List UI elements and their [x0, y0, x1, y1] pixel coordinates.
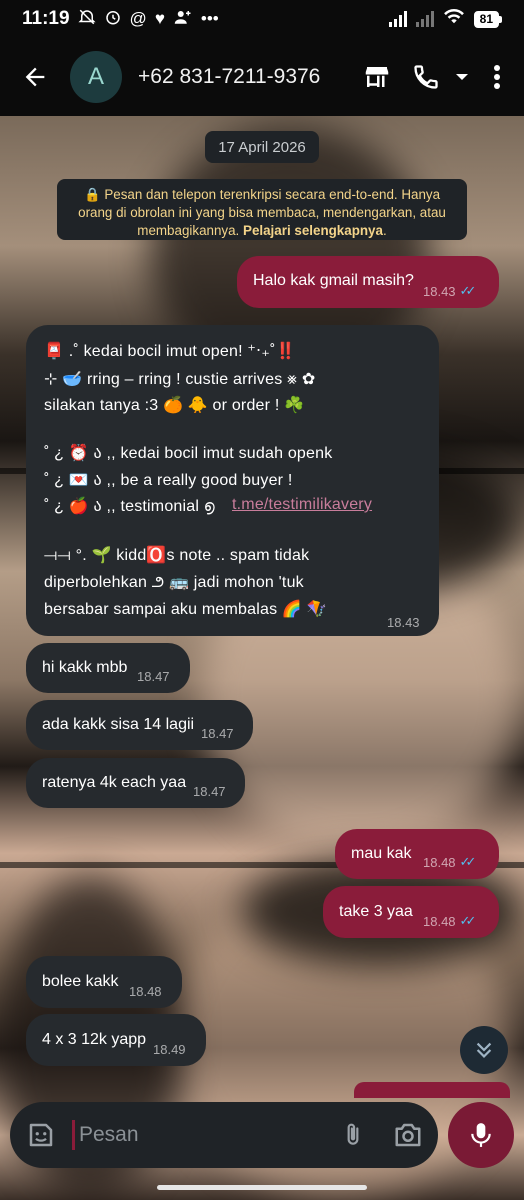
voice-message-button[interactable]	[448, 1102, 514, 1168]
chevron-down-icon	[456, 74, 468, 80]
message-text: Halo kak gmail masih?	[253, 272, 414, 289]
back-button[interactable]	[0, 38, 70, 116]
scroll-to-bottom-button[interactable]	[460, 1026, 508, 1074]
message-time: 18.47	[201, 726, 234, 741]
message-line: ⊹ 🥣 rring – rring ! custie arrives ⨳ ✿	[44, 371, 316, 388]
message-composer: Pesan	[10, 1102, 438, 1168]
message-text: bolee kakk	[42, 973, 119, 990]
message-line: diperbolehkan ౨ 🚌 jadi mohon 'tuk	[44, 574, 304, 591]
gesture-nav-handle[interactable]	[157, 1185, 367, 1190]
message-time: 18.43	[387, 615, 420, 630]
date-divider: 17 April 2026	[205, 131, 319, 163]
message-incoming[interactable]: bolee kakk 18.48	[26, 956, 182, 1008]
message-line: silakan tanya :3 🍊 🐥 or order ! ☘️	[44, 397, 305, 414]
double-chevron-down-icon	[476, 1042, 492, 1058]
more-options-button[interactable]	[476, 38, 518, 116]
message-text: take 3 yaa	[339, 903, 413, 920]
signal-icon	[388, 11, 407, 27]
message-line: ⟞⟞ °. 🌱 kidd🅾️s note .. spam tidak	[44, 547, 310, 564]
message-line: ˚ ¿ 🍎 ა ,, testimonial ൭	[44, 498, 215, 515]
message-incoming[interactable]: ratenya 4k each yaa 18.47	[26, 758, 245, 808]
store-icon	[365, 67, 389, 87]
testimonial-link[interactable]: t.me/testimilikavery	[232, 496, 372, 514]
attach-button[interactable]	[328, 1102, 378, 1168]
avatar[interactable]: A	[70, 51, 122, 103]
battery-icon: 81	[473, 10, 502, 28]
call-options-button[interactable]	[448, 38, 476, 116]
at-icon: @	[129, 9, 147, 28]
message-meta: 18.43 ✓✓	[423, 283, 477, 299]
alarm-icon	[104, 8, 122, 31]
message-outgoing[interactable]: mau kak 18.48 ✓✓	[335, 829, 499, 879]
add-user-icon	[173, 8, 193, 31]
message-time: 18.43	[423, 283, 456, 299]
camera-button[interactable]	[378, 1102, 438, 1168]
camera-icon	[395, 1123, 421, 1147]
status-time: 11:19	[22, 8, 70, 29]
message-incoming[interactable]: ada kakk sisa 14 lagii 18.47	[26, 700, 253, 750]
message-input[interactable]: Pesan	[79, 1123, 328, 1147]
message-time: 18.48	[423, 854, 456, 870]
catalog-button[interactable]	[350, 38, 404, 116]
chat-screen: 11:19 @ ♥ ••• 81 A +62 831-7211-9376 17 …	[0, 0, 524, 1200]
message-outgoing[interactable]: take 3 yaa 18.48 ✓✓	[323, 886, 499, 938]
message-meta: 18.48 ✓✓	[423, 854, 477, 870]
back-arrow-icon	[25, 67, 45, 87]
message-text: mau kak	[351, 845, 412, 862]
phone-icon	[414, 65, 438, 89]
message-text: ada kakk sisa 14 lagii	[42, 716, 195, 733]
heart-icon: ♥	[154, 9, 165, 28]
chat-header: A +62 831-7211-9376	[0, 38, 524, 116]
encryption-period: .	[382, 223, 387, 238]
message-line: ˚ ¿ 💌 ა ,, be a really good buyer !	[44, 472, 293, 489]
message-meta: 18.48 ✓✓	[423, 913, 477, 929]
message-incoming[interactable]: hi kakk mbb 18.47	[26, 643, 190, 693]
message-time: 18.49	[153, 1042, 186, 1057]
voice-call-button[interactable]	[404, 38, 448, 116]
sticker-icon	[29, 1123, 53, 1147]
paperclip-icon	[347, 1123, 359, 1145]
learn-more-link[interactable]: Pelajari selengkapnya	[243, 223, 383, 238]
double-check-icon: ✓✓	[459, 283, 477, 298]
double-check-icon: ✓✓	[459, 913, 477, 928]
microphone-icon	[471, 1123, 491, 1147]
contact-name[interactable]: +62 831-7211-9376	[138, 65, 350, 89]
message-text: hi kakk mbb	[42, 659, 128, 676]
message-outgoing[interactable]: Halo kak gmail masih? 18.43 ✓✓	[237, 256, 499, 308]
text-cursor	[72, 1120, 75, 1150]
more-dots-icon: •••	[200, 9, 219, 28]
wifi-icon	[443, 7, 465, 31]
message-text: ratenya 4k each yaa	[42, 774, 187, 791]
message-text: 4 x 3 12k yapp	[42, 1031, 147, 1048]
encryption-notice[interactable]: 🔒 Pesan dan telepon terenkripsi secara e…	[57, 179, 467, 240]
message-line: bersabar sampai aku membalas 🌈 🪁	[44, 601, 327, 618]
status-bar: 11:19 @ ♥ ••• 81	[0, 0, 524, 38]
message-incoming[interactable]: 4 x 3 12k yapp 18.49	[26, 1014, 206, 1066]
message-time: 18.48	[423, 913, 456, 929]
sticker-button[interactable]	[10, 1102, 72, 1168]
message-time: 18.47	[137, 669, 170, 684]
message-outgoing-partial	[354, 1082, 510, 1098]
message-line: 📮 .˚ kedai bocil imut open! ⁺‧₊˚‼️	[44, 343, 296, 360]
alarm-off-icon	[77, 8, 96, 31]
signal-secondary-icon	[415, 11, 434, 27]
kebab-menu-icon	[494, 65, 500, 89]
message-incoming-menu[interactable]: 📮 .˚ kedai bocil imut open! ⁺‧₊˚‼️ ⊹ 🥣 r…	[26, 325, 439, 636]
message-time: 18.47	[193, 784, 226, 799]
double-check-icon: ✓✓	[459, 854, 477, 869]
message-time: 18.48	[129, 984, 162, 999]
message-line: ˚ ¿ ⏰ ა ,, kedai bocil imut sudah openk	[44, 445, 333, 462]
